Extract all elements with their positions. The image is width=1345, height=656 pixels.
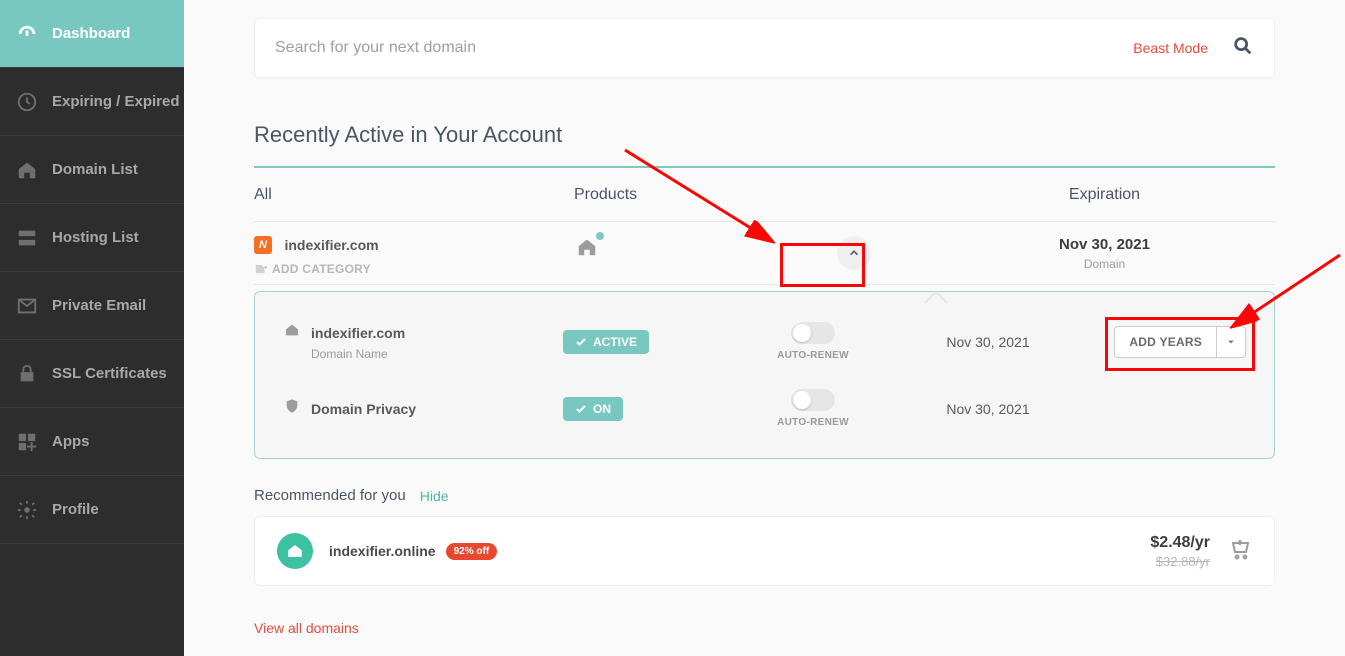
dashboard-icon <box>16 23 38 45</box>
check-icon <box>575 336 587 348</box>
sidebar-label: Profile <box>52 501 99 518</box>
annotation-box <box>780 243 865 287</box>
sidebar-item-apps[interactable]: Apps <box>0 408 184 476</box>
sidebar-label: Domain List <box>52 161 138 178</box>
sidebar-item-dashboard[interactable]: Dashboard <box>0 0 184 68</box>
panel-row-privacy: Domain Privacy ON AUTO-RENEW Nov 30, 202… <box>283 379 1246 436</box>
sidebar-label: Hosting List <box>52 229 139 246</box>
discount-pill: 92% off <box>446 543 498 560</box>
sidebar-label: Expiring / Expired <box>52 93 180 110</box>
domain-name[interactable]: indexifier.com <box>284 237 378 253</box>
panel-domain-name[interactable]: indexifier.com <box>311 325 405 341</box>
auto-renew-toggle[interactable] <box>791 322 835 344</box>
auto-renew-label: AUTO-RENEW <box>743 417 883 428</box>
panel-domain-sub: Domain Name <box>311 347 563 361</box>
sidebar-item-private-email[interactable]: Private Email <box>0 272 184 340</box>
col-header-all[interactable]: All <box>254 186 574 204</box>
sidebar-label: Private Email <box>52 297 146 314</box>
sidebar-label: SSL Certificates <box>52 365 167 382</box>
gear-icon <box>16 499 38 521</box>
reco-domain[interactable]: indexifier.online <box>329 543 436 559</box>
search-bar: Beast Mode <box>254 18 1275 78</box>
clock-icon <box>16 91 38 113</box>
search-icon[interactable] <box>1232 35 1254 62</box>
status-label: ON <box>593 402 611 416</box>
add-category-label: ADD CATEGORY <box>272 262 371 276</box>
home-icon <box>283 322 301 343</box>
panel-date: Nov 30, 2021 <box>883 334 1093 350</box>
check-icon <box>575 403 587 415</box>
price-old: $32.88/yr <box>1150 554 1210 569</box>
view-all-domains-link[interactable]: View all domains <box>254 620 1275 636</box>
recommended-card: indexifier.online 92% off $2.48/yr $32.8… <box>254 516 1275 586</box>
status-badge-active: ACTIVE <box>563 330 649 354</box>
status-badge-on: ON <box>563 397 623 421</box>
sidebar-item-ssl[interactable]: SSL Certificates <box>0 340 184 408</box>
annotation-arrow <box>620 145 790 255</box>
sidebar: Dashboard Expiring / Expired Domain List… <box>0 0 184 656</box>
auto-renew-toggle[interactable] <box>791 389 835 411</box>
sidebar-item-hosting-list[interactable]: Hosting List <box>0 204 184 272</box>
annotation-arrow <box>1225 250 1345 340</box>
panel-row-domain: indexifier.com Domain Name ACTIVE AUTO-R… <box>283 312 1246 369</box>
panel-privacy-name[interactable]: Domain Privacy <box>311 401 416 417</box>
expiration-type: Domain <box>934 257 1275 271</box>
product-icon <box>574 236 600 263</box>
sidebar-item-profile[interactable]: Profile <box>0 476 184 544</box>
mail-icon <box>16 295 38 317</box>
recommended-header: Recommended for you Hide <box>254 487 1275 504</box>
hide-link[interactable]: Hide <box>420 488 449 504</box>
price-now: $2.48/yr <box>1150 534 1210 552</box>
status-label: ACTIVE <box>593 335 637 349</box>
search-input[interactable] <box>275 39 1133 57</box>
home-icon <box>16 159 38 181</box>
add-category-button[interactable]: ADD CATEGORY <box>254 262 574 276</box>
shield-icon <box>283 398 301 419</box>
expiration-date: Nov 30, 2021 <box>934 236 1275 253</box>
sidebar-label: Apps <box>52 433 90 450</box>
beast-mode-link[interactable]: Beast Mode <box>1133 40 1208 56</box>
recommended-title: Recommended for you <box>254 487 406 504</box>
lock-icon <box>16 363 38 385</box>
col-header-expiration[interactable]: Expiration <box>934 186 1275 204</box>
server-icon <box>16 227 38 249</box>
apps-icon <box>16 431 38 453</box>
sidebar-item-expiring[interactable]: Expiring / Expired <box>0 68 184 136</box>
add-to-cart-button[interactable] <box>1228 537 1252 566</box>
brand-icon: N <box>254 236 272 254</box>
auto-renew-label: AUTO-RENEW <box>743 350 883 361</box>
panel-date: Nov 30, 2021 <box>883 401 1093 417</box>
reco-icon <box>277 533 313 569</box>
sidebar-label: Dashboard <box>52 25 130 42</box>
sidebar-item-domain-list[interactable]: Domain List <box>0 136 184 204</box>
